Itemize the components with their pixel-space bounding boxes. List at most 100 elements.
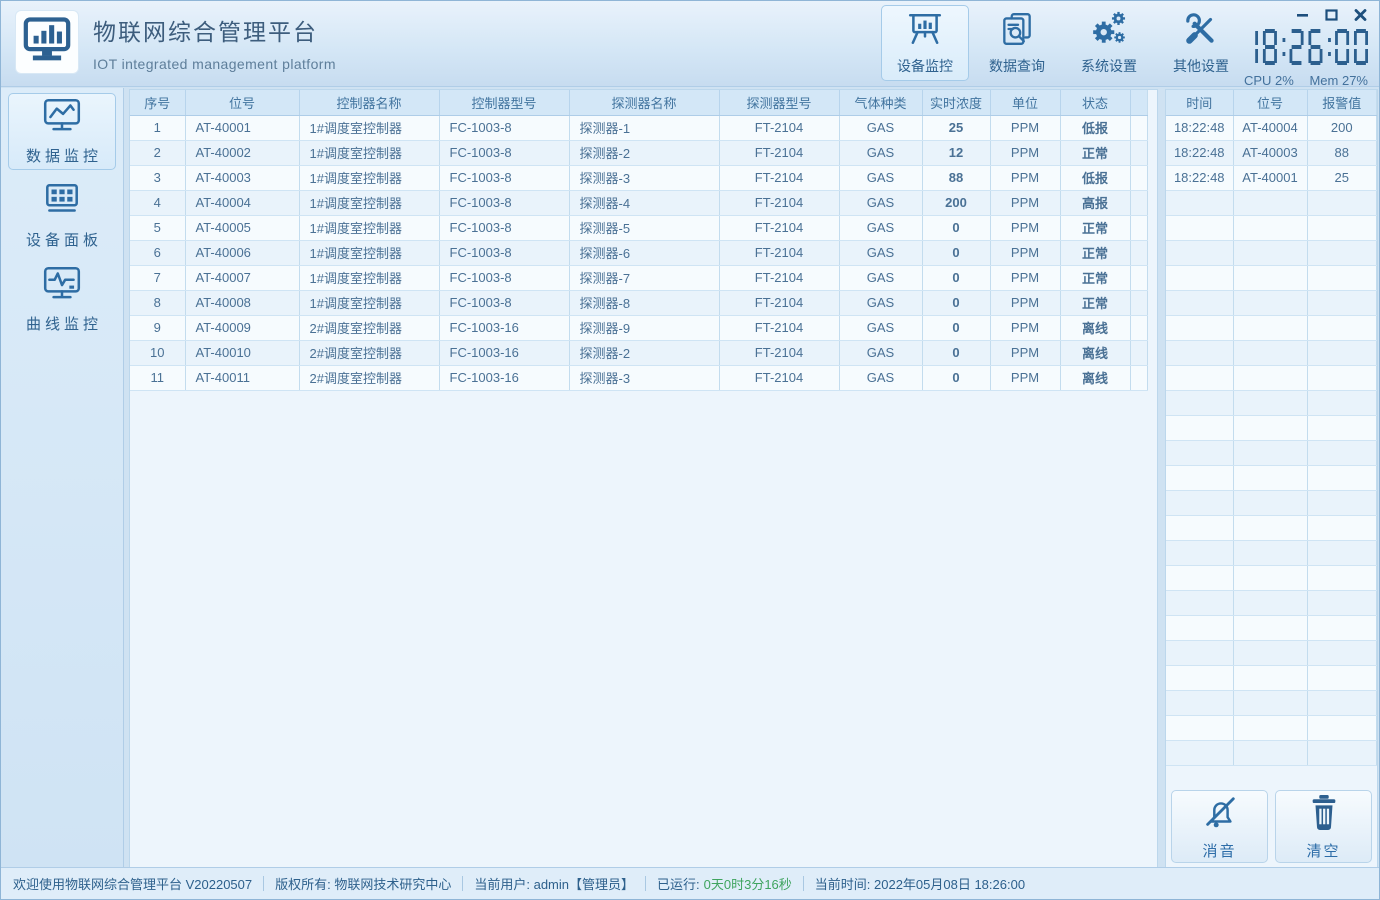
cell-alarm-value bbox=[1307, 665, 1377, 690]
device-table-row[interactable]: 2AT-400021#调度室控制器FC-1003-8探测器-2FT-2104GA… bbox=[130, 140, 1148, 165]
cell-alarm-tag: AT-40004 bbox=[1233, 115, 1307, 140]
device-table-row[interactable]: 10AT-400102#调度室控制器FC-1003-16探测器-2FT-2104… bbox=[130, 340, 1148, 365]
cell-detector-name: 探测器-3 bbox=[569, 165, 719, 190]
col-header-detector-name: 探测器名称 bbox=[569, 90, 719, 115]
cell-no: 2 bbox=[130, 140, 185, 165]
cell-alarm-time bbox=[1166, 415, 1233, 440]
sidebar-item-data-monitor[interactable]: 数据监控 bbox=[8, 93, 116, 170]
close-button[interactable] bbox=[1353, 9, 1367, 21]
toolbar-device-monitor-button[interactable]: 设备监控 bbox=[881, 5, 969, 81]
cell-alarm-tag bbox=[1233, 665, 1307, 690]
device-table-row[interactable]: 11AT-400112#调度室控制器FC-1003-16探测器-3FT-2104… bbox=[130, 365, 1148, 390]
device-table-row[interactable]: 4AT-400041#调度室控制器FC-1003-8探测器-4FT-2104GA… bbox=[130, 190, 1148, 215]
device-table-row[interactable]: 5AT-400051#调度室控制器FC-1003-8探测器-5FT-2104GA… bbox=[130, 215, 1148, 240]
cell-alarm-tag bbox=[1233, 365, 1307, 390]
toolbar-system-settings-button[interactable]: 系统设置 bbox=[1065, 5, 1153, 81]
alarm-table-row[interactable]: 18:22:48AT-40004200 bbox=[1166, 115, 1377, 140]
cell-alarm-value bbox=[1307, 590, 1377, 615]
cell-alarm-tag bbox=[1233, 190, 1307, 215]
cell-realtime-value: 0 bbox=[922, 240, 990, 265]
cell-no: 6 bbox=[130, 240, 185, 265]
cell-filler bbox=[1130, 190, 1148, 215]
cell-alarm-time: 18:22:48 bbox=[1166, 115, 1233, 140]
toolbar-other-settings-button[interactable]: 其他设置 bbox=[1157, 5, 1245, 81]
cell-detector-name: 探测器-2 bbox=[569, 340, 719, 365]
cell-alarm-time bbox=[1166, 715, 1233, 740]
alarm-table-row[interactable]: 18:22:48AT-4000125 bbox=[1166, 165, 1377, 190]
sidebar-item-curve-monitor[interactable]: 曲线监控 bbox=[8, 261, 116, 338]
device-table-row[interactable]: 3AT-400031#调度室控制器FC-1003-8探测器-3FT-2104GA… bbox=[130, 165, 1148, 190]
cell-alarm-time: 18:22:48 bbox=[1166, 165, 1233, 190]
cell-alarm-time bbox=[1166, 440, 1233, 465]
data-query-icon bbox=[998, 10, 1036, 53]
cell-alarm-value bbox=[1307, 615, 1377, 640]
device-table-row[interactable]: 7AT-400071#调度室控制器FC-1003-8探测器-7FT-2104GA… bbox=[130, 265, 1148, 290]
cell-alarm-time: 18:22:48 bbox=[1166, 140, 1233, 165]
minimize-button[interactable] bbox=[1295, 9, 1309, 21]
data-monitor-icon bbox=[41, 97, 83, 140]
device-table-row[interactable]: 8AT-400081#调度室控制器FC-1003-8探测器-8FT-2104GA… bbox=[130, 290, 1148, 315]
alarm-empty-row bbox=[1166, 240, 1377, 265]
device-table-row[interactable]: 1AT-400011#调度室控制器FC-1003-8探测器-1FT-2104GA… bbox=[130, 115, 1148, 140]
cell-detector-model: FT-2104 bbox=[719, 115, 839, 140]
cell-realtime-value: 0 bbox=[922, 215, 990, 240]
clear-button-label: 清空 bbox=[1306, 840, 1340, 861]
alarm-table: 时间 位号 报警值 18:22:48AT-4000420018:22:48AT-… bbox=[1166, 90, 1377, 766]
cell-realtime-value: 0 bbox=[922, 340, 990, 365]
cell-realtime-value: 0 bbox=[922, 365, 990, 390]
cell-gas-type: GAS bbox=[839, 240, 922, 265]
cell-alarm-tag bbox=[1233, 490, 1307, 515]
clear-button[interactable]: 清空 bbox=[1275, 790, 1372, 863]
toolbar-data-query-label: 数据查询 bbox=[989, 56, 1045, 76]
alarm-empty-row bbox=[1166, 190, 1377, 215]
device-table-row[interactable]: 6AT-400061#调度室控制器FC-1003-8探测器-6FT-2104GA… bbox=[130, 240, 1148, 265]
device-table-row[interactable]: 9AT-400092#调度室控制器FC-1003-16探测器-9FT-2104G… bbox=[130, 315, 1148, 340]
toolbar-data-query-button[interactable]: 数据查询 bbox=[973, 5, 1061, 81]
cell-controller-model: FC-1003-8 bbox=[439, 240, 569, 265]
col-header-filler bbox=[1130, 90, 1148, 115]
status-welcome: 欢迎使用物联网综合管理平台 V20220507 bbox=[13, 874, 252, 893]
cell-filler bbox=[1130, 365, 1148, 390]
cell-realtime-value: 25 bbox=[922, 115, 990, 140]
cell-unit: PPM bbox=[990, 165, 1060, 190]
alarm-empty-row bbox=[1166, 215, 1377, 240]
cell-alarm-time bbox=[1166, 690, 1233, 715]
cell-alarm-value bbox=[1307, 640, 1377, 665]
cell-detector-model: FT-2104 bbox=[719, 265, 839, 290]
cell-no: 4 bbox=[130, 190, 185, 215]
cell-unit: PPM bbox=[990, 265, 1060, 290]
alarm-empty-row bbox=[1166, 440, 1377, 465]
cell-unit: PPM bbox=[990, 340, 1060, 365]
cell-alarm-time bbox=[1166, 265, 1233, 290]
col-header-time: 时间 bbox=[1166, 90, 1233, 115]
status-runtime-label: 已运行: bbox=[657, 874, 700, 893]
cell-alarm-time bbox=[1166, 665, 1233, 690]
cell-controller-model: FC-1003-16 bbox=[439, 315, 569, 340]
cell-detector-model: FT-2104 bbox=[719, 315, 839, 340]
cell-controller-name: 2#调度室控制器 bbox=[299, 315, 439, 340]
cell-detector-name: 探测器-7 bbox=[569, 265, 719, 290]
cell-alarm-value bbox=[1307, 565, 1377, 590]
cell-alarm-value bbox=[1307, 540, 1377, 565]
alarm-table-row[interactable]: 18:22:48AT-4000388 bbox=[1166, 140, 1377, 165]
app-header: 物联网综合管理平台 IOT integrated management plat… bbox=[1, 1, 1379, 87]
device-table-panel: 序号 位号 控制器名称 控制器型号 探测器名称 探测器型号 气体种类 实时浓度 … bbox=[129, 89, 1158, 868]
cell-alarm-time bbox=[1166, 190, 1233, 215]
cell-gas-type: GAS bbox=[839, 265, 922, 290]
sidebar-item-device-panel[interactable]: 设备面板 bbox=[8, 177, 116, 254]
cell-status: 离线 bbox=[1060, 365, 1130, 390]
maximize-button[interactable] bbox=[1324, 9, 1338, 21]
sidebar-item-label: 曲线监控 bbox=[26, 313, 102, 334]
col-header-realtime-value: 实时浓度 bbox=[922, 90, 990, 115]
cell-controller-model: FC-1003-16 bbox=[439, 340, 569, 365]
cell-alarm-tag bbox=[1233, 615, 1307, 640]
cell-alarm-value bbox=[1307, 390, 1377, 415]
cell-unit: PPM bbox=[990, 140, 1060, 165]
cell-detector-model: FT-2104 bbox=[719, 165, 839, 190]
cell-tag: AT-40003 bbox=[185, 165, 299, 190]
mute-button[interactable]: 消音 bbox=[1171, 790, 1268, 863]
status-separator bbox=[803, 876, 804, 891]
main-toolbar: 设备监控 数据查询 bbox=[881, 5, 1245, 81]
cell-detector-name: 探测器-5 bbox=[569, 215, 719, 240]
cell-unit: PPM bbox=[990, 190, 1060, 215]
